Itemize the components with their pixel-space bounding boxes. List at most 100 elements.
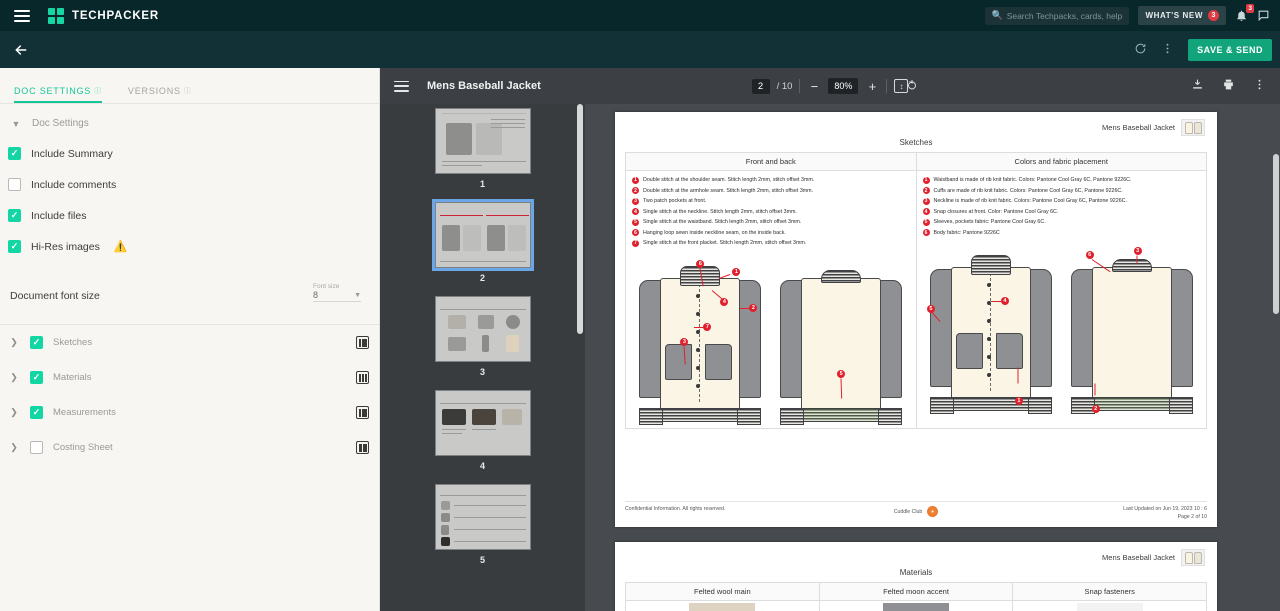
whats-new-label: WHAT'S NEW [1145,11,1203,20]
more-options-button[interactable] [1161,42,1174,58]
chevron-right-icon[interactable]: ❯ [8,407,20,418]
sketch-area-left: 6 1 4 2 7 3 5 [626,252,916,428]
page-of-text: Page 2 of 10 [1177,513,1207,520]
font-size-select[interactable]: Font size 8 ▼ [313,283,361,302]
chevron-right-icon[interactable]: ❯ [8,337,20,348]
whats-new-button[interactable]: WHAT'S NEW 3 [1138,6,1226,25]
material-column-2: Felted moon accent [818,583,1013,611]
option-hi-res-images[interactable]: Hi-Res images ⚠️ [0,240,379,253]
column-colors-and-fabric: Colors and fabric placement 1 Waistband i… [915,153,1207,428]
note-bullet: 6 [922,229,930,236]
thumbnail-page-1[interactable] [434,108,531,174]
callout-3: 3 [680,337,689,346]
tab-doc-settings[interactable]: DOC SETTINGS ⓘ [14,86,102,103]
tab-versions[interactable]: VERSIONS ⓘ [128,86,192,103]
thumbnail-page-3[interactable] [434,296,531,362]
search-input[interactable] [1006,10,1124,21]
search-box[interactable]: 🔍 [985,6,1130,25]
rotate-button[interactable] [905,79,919,94]
save-and-send-button[interactable]: SAVE & SEND [1188,38,1272,61]
callout-3: 3 [1133,247,1142,255]
doc-settings-header[interactable]: ▼ Doc Settings [0,104,379,129]
document-font-size-label: Document font size [10,290,100,302]
materials-table: Felted wool main Felted moon accent Snap… [625,582,1207,611]
thumbnail-page-2[interactable] [431,199,534,271]
note-item: 2 Cuffs are made of rib knit fabric. Colo… [922,187,1201,195]
column-front-and-back: Front and back 1 Double stitch at the sho… [626,153,916,428]
last-updated-text: Last Updated on Jun 19, 2023 10 : 6 [1123,506,1207,512]
document-page-3: Mens Baseball Jacket Materials Felted wo… [615,542,1217,611]
callout-6: 6 [696,259,705,268]
costing-sheet-checkbox[interactable] [30,441,43,454]
thumbnail-scrollbar[interactable] [577,104,583,611]
thumbnail-list: 1 2 3 4 5 [380,104,585,578]
include-comments-checkbox[interactable] [8,178,21,191]
option-include-comments[interactable]: Include comments [0,178,379,191]
grid-template-icon[interactable] [356,371,369,384]
sidebar-item-costing-sheet[interactable]: ❯ Costing Sheet [0,430,379,465]
note-text: Snap closures at front. Color: Pantone C… [933,208,1059,215]
page-section-title: Materials [899,568,933,577]
note-bullet: 3 [922,197,930,205]
include-files-checkbox[interactable] [8,209,21,222]
print-button[interactable] [1222,78,1235,94]
hi-res-images-checkbox[interactable] [8,240,21,253]
download-button[interactable] [1191,78,1204,94]
columns-template-icon[interactable] [356,441,369,454]
option-include-files[interactable]: Include files [0,209,379,222]
note-item: 4 Single stitch at the neckline. Stitch l… [632,208,910,216]
notifications-button[interactable]: 3 [1235,4,1254,22]
back-button[interactable] [8,37,34,63]
garment-thumbnail-icon [1181,119,1205,136]
thumbnail-page-5[interactable] [434,484,531,550]
callout-1: 1 [1014,397,1023,405]
chevron-right-icon[interactable]: ❯ [8,442,20,453]
font-size-caption: Font size [313,283,340,290]
page-header: Mens Baseball Jacket [615,112,1217,136]
sketch-area-right: 4 5 1 6 3 2 [917,241,1207,417]
thumbnail-number: 2 [479,273,485,283]
font-size-value: 8 [313,290,319,300]
rotate-icon [908,79,916,89]
techpacker-logo-icon[interactable] [48,7,64,24]
note-bullet: 4 [632,208,639,215]
thumbnail-page-4[interactable] [434,390,531,456]
layout-template-icon[interactable] [356,406,369,419]
layout-template-icon[interactable] [356,336,369,349]
document-page-1: Mens Baseball Jacket Sketches Front and … [615,112,1217,527]
include-summary-checkbox[interactable] [8,147,21,160]
viewer-more-button[interactable] [1253,78,1266,94]
material-column-3: Snap fasteners [1012,583,1207,611]
viewer-scrollbar[interactable] [1273,154,1279,314]
footer-brand: Cuddle Club [894,506,939,517]
zoom-in-button[interactable]: + [865,79,879,94]
note-text: Double stitch at the armhole seam. Stitc… [643,187,814,194]
printer-icon [1224,79,1233,90]
measurements-checkbox[interactable] [30,406,43,419]
callout-5: 5 [837,369,846,378]
document-viewer[interactable]: Mens Baseball Jacket Sketches Front and … [585,104,1280,611]
sidebar-item-materials[interactable]: ❯ Materials [0,360,379,395]
zoom-level-value[interactable]: 80% [828,78,859,94]
thumbnail-panel[interactable]: 1 2 3 4 5 [380,104,585,611]
sketches-label: Sketches [53,337,93,348]
chevron-right-icon[interactable]: ❯ [8,372,20,383]
current-page-input[interactable]: 2 [751,78,770,94]
sketches-checkbox[interactable] [30,336,43,349]
note-text: Single stitch at the waistband. Stitch l… [643,219,802,225]
notes-list-right: 1 Waistband is made of rib knit fabric. C… [917,171,1207,241]
sidebar-item-measurements[interactable]: ❯ Measurements [0,395,379,430]
option-include-summary[interactable]: Include Summary [0,147,379,160]
toggle-thumbnails-icon[interactable] [394,80,409,92]
note-item: 3 Two patch pockets at front. [632,197,910,205]
refresh-button[interactable] [1134,42,1147,58]
include-comments-label: Include comments [31,178,117,191]
main-menu-icon[interactable] [14,9,30,22]
callout-7: 7 [703,322,712,331]
sidebar-item-sketches[interactable]: ❯ Sketches [0,325,379,360]
feedback-button[interactable] [1257,9,1270,22]
chevron-down-icon[interactable]: ▼ [10,119,22,129]
thumbnail-number: 5 [479,555,485,565]
zoom-out-button[interactable]: − [807,79,821,94]
materials-checkbox[interactable] [30,371,43,384]
